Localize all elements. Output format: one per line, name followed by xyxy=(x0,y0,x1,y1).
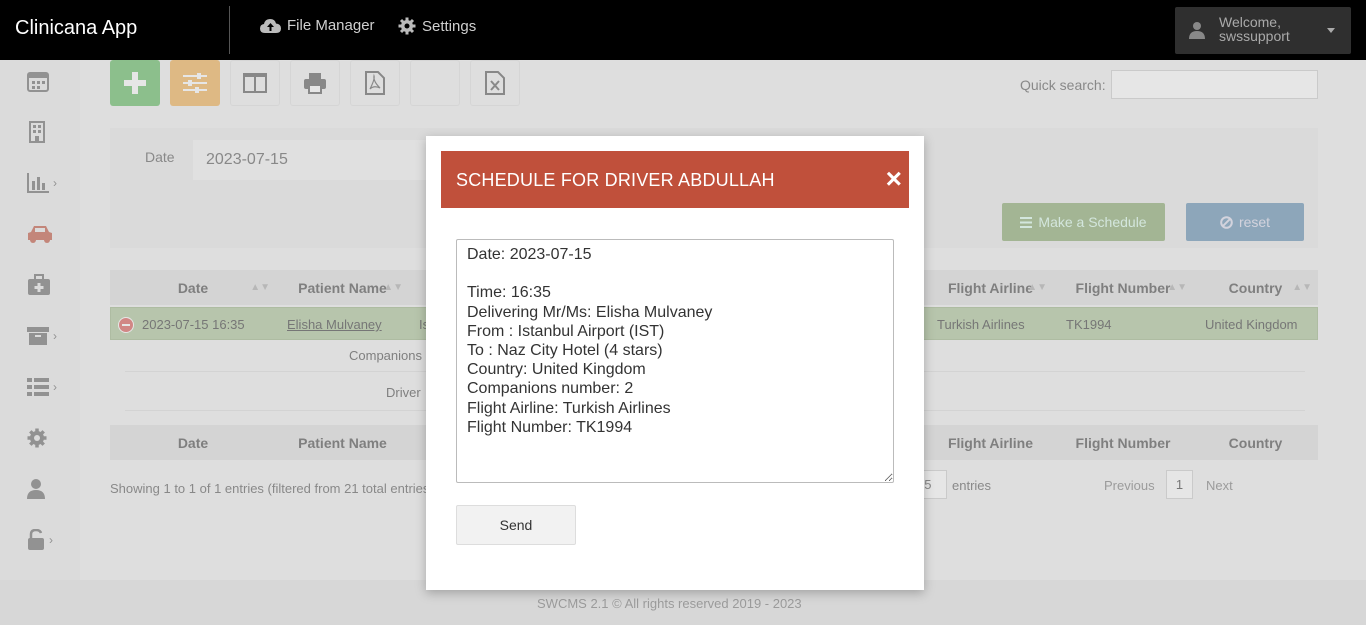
schedule-modal: SCHEDULE FOR DRIVER ABDULLAH × Date: 202… xyxy=(426,136,924,590)
schedule-message-textarea[interactable]: Date: 2023-07-15 Time: 16:35 Delivering … xyxy=(456,239,894,483)
close-icon[interactable]: × xyxy=(886,165,902,193)
modal-header: SCHEDULE FOR DRIVER ABDULLAH × xyxy=(441,151,909,208)
gear-icon xyxy=(398,17,416,35)
send-button[interactable]: Send xyxy=(456,505,576,545)
cloud-upload-icon xyxy=(260,18,281,33)
modal-title: SCHEDULE FOR DRIVER ABDULLAH xyxy=(456,170,775,190)
nav-settings[interactable]: Settings xyxy=(398,17,476,35)
chevron-down-icon xyxy=(1327,28,1335,33)
user-menu[interactable]: Welcome, swssupport xyxy=(1175,7,1351,54)
user-icon xyxy=(1189,22,1205,39)
nav-file-manager[interactable]: File Manager xyxy=(260,17,375,34)
app-title[interactable]: Clinicana App xyxy=(15,17,137,40)
top-navbar: Clinicana App File Manager Settings Welc… xyxy=(0,0,1366,60)
user-greeting: Welcome, swssupport xyxy=(1219,15,1290,43)
nav-settings-label: Settings xyxy=(422,17,477,35)
brand-divider xyxy=(229,6,230,54)
nav-file-manager-label: File Manager xyxy=(287,17,375,34)
username: swssupport xyxy=(1219,28,1290,44)
